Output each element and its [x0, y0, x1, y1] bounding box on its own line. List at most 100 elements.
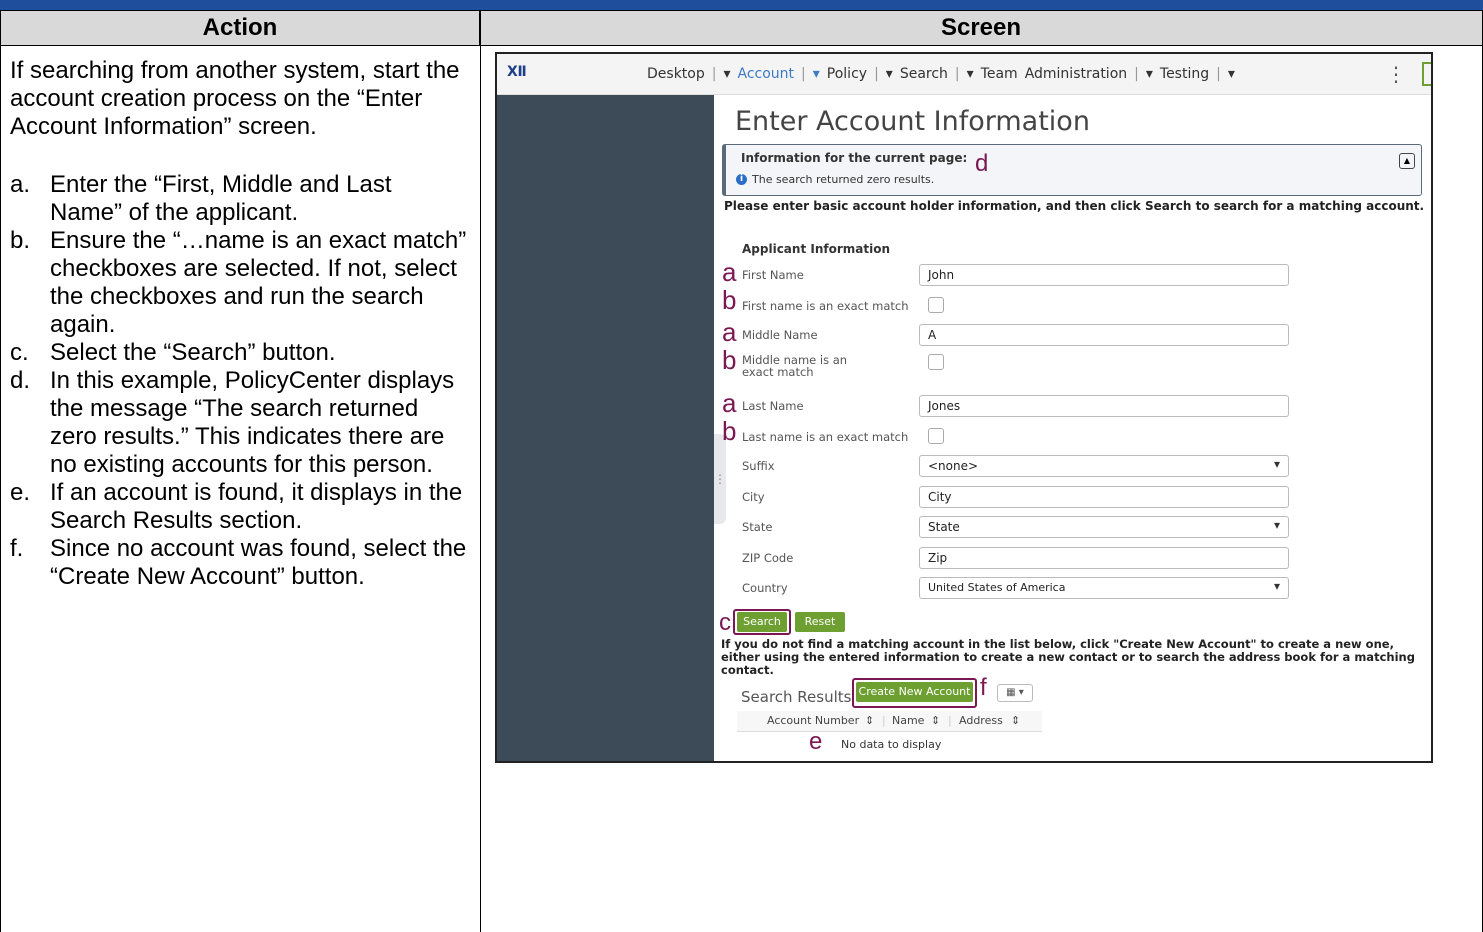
main-nav: Desktop | ▾ Account | ▾ Policy | ▾ Search | ▾ Te… — [647, 66, 1235, 82]
nav-separator: | — [954, 66, 960, 82]
annotation-a: a — [722, 317, 737, 347]
screen-column-header: Screen — [480, 10, 1483, 46]
search-results-title: Search Results — [741, 688, 852, 706]
nav-separator: | — [1216, 66, 1221, 82]
nav-team[interactable]: Team — [981, 66, 1018, 82]
annotation-a: a — [722, 388, 737, 418]
step-text: Enter the “First, Middle and Last Name” … — [50, 171, 392, 226]
column-header-account-number[interactable]: Account Number — [767, 714, 859, 727]
step-text: Select the “Search” button. — [50, 339, 336, 366]
policycenter-screenshot: Ⅻ Desktop | ▾ Account | ▾ Policy | ▾ Search | ▾ … — [495, 52, 1433, 763]
chevron-down-icon[interactable]: ▾ — [967, 66, 974, 82]
step-text: In this example, PolicyCenter displays t… — [50, 367, 455, 478]
middle-name-label: Middle Name — [742, 328, 818, 342]
step-list: a. Enter the “First, Middle and Last Name… — [10, 171, 470, 591]
message-text: The search returned zero results. — [752, 173, 935, 186]
step-text: Ensure the “…name is an exact match” che… — [50, 227, 467, 338]
column-header-name[interactable]: Name — [892, 714, 924, 727]
annotation-e: e — [809, 728, 823, 755]
step-f: f. Since no account was found, select the… — [10, 535, 470, 591]
column-divider — [480, 10, 481, 932]
collapse-icon[interactable]: ▲ — [1399, 153, 1415, 169]
state-label: State — [742, 520, 773, 534]
nav-separator: | — [874, 66, 879, 82]
step-text: If an account is found, it displays in t… — [50, 479, 463, 534]
step-letter: e. — [10, 479, 31, 506]
annotation-c: c — [719, 609, 731, 636]
column-picker-icon[interactable]: ▦ ▾ — [997, 684, 1033, 702]
last-name-label: Last Name — [742, 399, 804, 413]
top-nav-bar: Ⅻ Desktop | ▾ Account | ▾ Policy | ▾ Search | ▾ … — [497, 54, 1431, 95]
zip-input[interactable]: Zip — [919, 547, 1289, 569]
city-label: City — [742, 490, 765, 504]
chevron-down-icon[interactable]: ▾ — [1146, 66, 1153, 82]
form-intro-text: Please enter basic account holder inform… — [724, 199, 1425, 213]
table-border-left — [0, 10, 1, 932]
app-logo-icon: Ⅻ — [507, 64, 527, 80]
first-exact-checkbox[interactable] — [928, 297, 944, 313]
nav-desktop[interactable]: Desktop — [647, 66, 705, 82]
chevron-down-icon[interactable]: ▾ — [886, 66, 893, 82]
last-name-input[interactable]: Jones — [919, 395, 1289, 417]
results-note: If you do not find a matching account in… — [721, 637, 1415, 677]
middle-exact-label: Middle name is an exact match — [742, 353, 848, 379]
no-data-message: No data to display — [841, 738, 942, 751]
nav-account[interactable]: Account — [738, 66, 795, 82]
annotation-f: f — [980, 674, 987, 701]
search-button[interactable]: Search — [737, 612, 787, 632]
step-b: b. Ensure the “…name is an exact match” c… — [10, 227, 470, 339]
chevron-down-icon[interactable]: ▾ — [1228, 66, 1235, 82]
zip-label: ZIP Code — [742, 551, 794, 565]
action-intro: If searching from another system, start … — [10, 57, 460, 140]
nav-search[interactable]: Search — [900, 66, 948, 82]
step-letter: b. — [10, 227, 31, 254]
step-letter: a. — [10, 171, 31, 198]
action-column-header: Action — [0, 10, 480, 46]
panel-toggle-icon[interactable] — [1422, 62, 1431, 86]
message-title: Information for the current page: — [741, 151, 968, 165]
nav-policy[interactable]: Policy — [827, 66, 867, 82]
middle-name-input[interactable]: A — [919, 324, 1289, 346]
step-letter: c. — [10, 339, 29, 366]
nav-separator: | — [711, 66, 717, 82]
annotation-a: a — [722, 257, 737, 287]
step-a: a. Enter the “First, Middle and Last Name… — [10, 171, 470, 227]
info-message-box: Information for the current page: i The … — [722, 144, 1422, 196]
nav-administration[interactable]: Administration — [1025, 66, 1127, 82]
suffix-select[interactable]: <none> — [919, 455, 1289, 477]
last-exact-checkbox[interactable] — [928, 428, 944, 444]
message-item: i The search returned zero results. — [736, 173, 934, 186]
state-select[interactable]: State — [919, 516, 1289, 538]
page-title: Enter Account Information — [735, 106, 1090, 137]
sort-icon[interactable]: ⇕ — [931, 714, 940, 727]
create-new-account-button[interactable]: Create New Account — [856, 682, 973, 702]
sort-icon[interactable]: ⇕ — [865, 714, 874, 727]
info-icon: i — [736, 174, 747, 185]
sort-icon[interactable]: ⇕ — [1011, 714, 1020, 727]
results-table-header: Account Number ⇕ | Name ⇕ | Address ⇕ — [737, 711, 1042, 732]
annotation-d: d — [975, 150, 989, 177]
middle-exact-checkbox[interactable] — [928, 354, 944, 370]
column-divider: | — [948, 714, 952, 727]
sidebar — [497, 95, 714, 761]
city-input[interactable]: City — [919, 486, 1289, 508]
chevron-down-icon[interactable]: ▾ — [813, 66, 820, 82]
more-options-icon[interactable]: ⋮ — [1386, 62, 1406, 86]
sidebar-resize-handle[interactable]: ⋮ — [714, 434, 726, 524]
first-name-input[interactable]: John — [919, 264, 1289, 286]
step-letter: f. — [10, 535, 24, 562]
step-letter: d. — [10, 367, 31, 394]
step-e: e. If an account is found, it displays in… — [10, 479, 470, 535]
header-band — [0, 0, 1483, 10]
annotation-b: b — [722, 416, 737, 446]
annotation-b: b — [722, 285, 737, 315]
column-divider: | — [882, 714, 886, 727]
reset-button[interactable]: Reset — [795, 612, 845, 632]
first-exact-label: First name is an exact match — [742, 299, 909, 313]
nav-separator: | — [1134, 66, 1139, 82]
chevron-down-icon[interactable]: ▾ — [723, 66, 730, 82]
step-d: d. In this example, PolicyCenter displays… — [10, 367, 470, 479]
column-header-address[interactable]: Address — [959, 714, 1003, 727]
country-select[interactable]: United States of America — [919, 577, 1289, 599]
nav-testing[interactable]: Testing — [1160, 66, 1209, 82]
